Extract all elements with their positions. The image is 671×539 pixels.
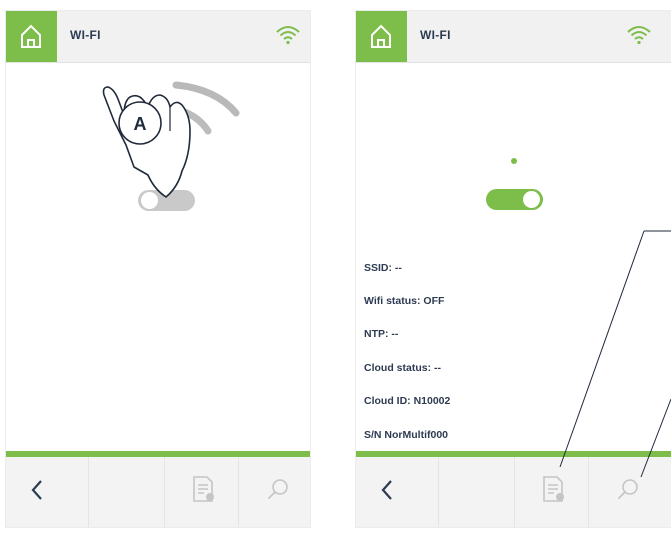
callout-lines [559, 230, 671, 478]
hand-label: A [133, 114, 147, 134]
page-title: WI-FI [70, 28, 101, 42]
bottom-nav-bar [6, 451, 310, 527]
wifi-screen-right: WI-FI SSID: -- Wifi status: OFF NTP: -- … [356, 11, 671, 527]
search-icon [268, 479, 288, 499]
report-icon [193, 476, 214, 502]
home-button[interactable] [6, 11, 57, 62]
back-button[interactable] [6, 457, 66, 527]
separator [164, 457, 165, 527]
top-bar: WI-FI [6, 11, 310, 63]
wifi-screen-left: WI-FI A [6, 11, 310, 527]
search-button[interactable] [246, 457, 306, 527]
report-button[interactable] [172, 457, 232, 527]
pointing-hand-icon [102, 86, 191, 198]
separator [238, 457, 239, 527]
chevron-left-icon [31, 480, 42, 500]
home-icon [21, 24, 41, 48]
wifi-icon [276, 26, 300, 45]
separator [88, 457, 89, 527]
